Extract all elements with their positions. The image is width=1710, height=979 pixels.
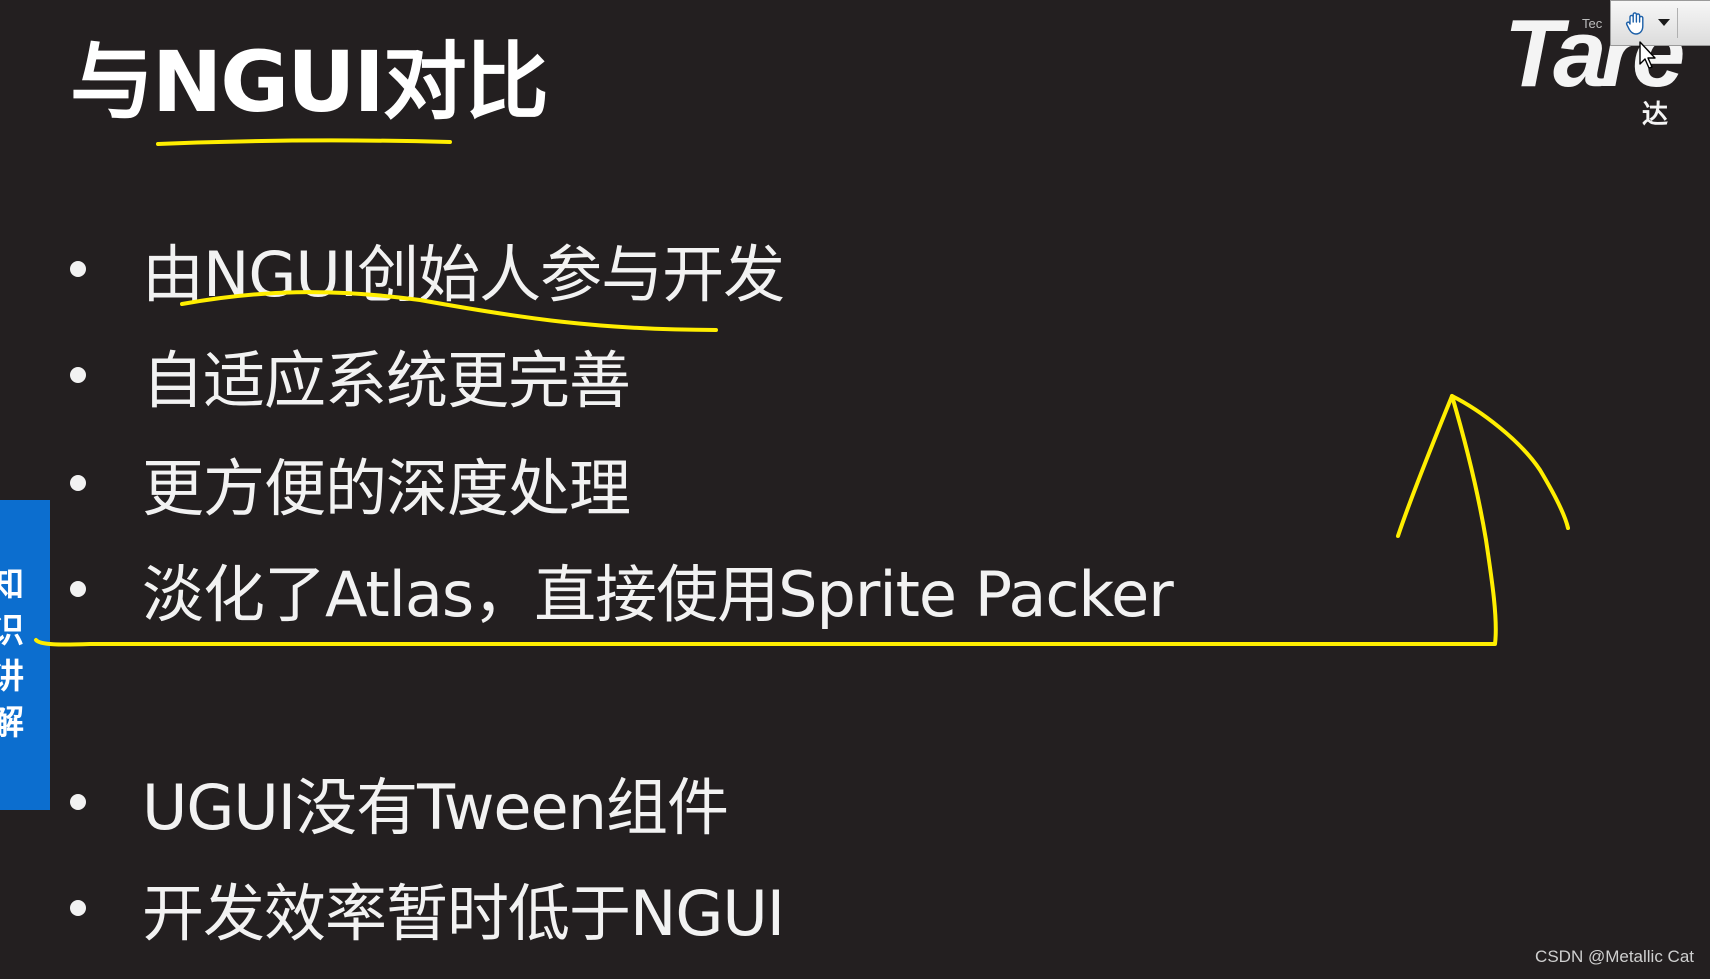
bullet-item: 开发效率暂时低于NGUI <box>70 868 785 950</box>
bullet-dot <box>70 475 86 491</box>
slide-title: 与NGUI对比 <box>70 33 549 131</box>
bullet-item: 淡化了Atlas，直接使用Sprite Packer <box>70 549 1174 631</box>
bullet-dot <box>70 581 86 597</box>
hand-icon <box>1621 8 1651 38</box>
bullet-dot <box>70 367 86 383</box>
side-tab-char: 讲 <box>0 657 24 697</box>
bullet-text: 自适应系统更完善 <box>142 344 631 417</box>
slide: 与NGUI对比 由NGUI创始人参与开发 自适应系统更完善 更方便的深度处理 淡… <box>0 0 1710 979</box>
bullet-item: UGUI没有Tween组件 <box>70 762 729 844</box>
bullet-text: 更方便的深度处理 <box>142 452 631 525</box>
bullet-dot <box>70 900 86 916</box>
side-tab-char: 知 <box>0 565 24 606</box>
bullet-dot <box>70 794 86 810</box>
side-tab-char: 解 <box>0 702 24 743</box>
hand-tool-button[interactable] <box>1610 0 1710 46</box>
chevron-down-icon[interactable] <box>1657 16 1671 30</box>
title-underline <box>156 138 452 146</box>
bullet-item: 自适应系统更完善 <box>70 335 631 417</box>
bullet-text: 由NGUI创始人参与开发 <box>142 238 785 311</box>
bullet-text: 淡化了Atlas，直接使用Sprite Packer <box>142 558 1174 631</box>
bullet-item: 由NGUI创始人参与开发 <box>70 229 785 311</box>
logo-small-text: Tec <box>1582 16 1603 31</box>
bullet-text: 开发效率暂时低于NGUI <box>142 877 785 950</box>
bullet-item: 更方便的深度处理 <box>70 443 631 525</box>
arrow-head <box>1396 394 1570 538</box>
bullet-dot <box>70 261 86 277</box>
side-tab[interactable]: 知 识 讲 解 <box>0 500 50 810</box>
mouse-cursor-icon <box>1638 40 1658 70</box>
logo-cn-text: 达 <box>1642 100 1669 126</box>
bullet-text: UGUI没有Tween组件 <box>142 771 729 844</box>
watermark: CSDN @Metallic Cat <box>1535 947 1694 966</box>
side-tab-char: 识 <box>0 611 24 652</box>
toolbar-separator <box>1677 8 1700 38</box>
